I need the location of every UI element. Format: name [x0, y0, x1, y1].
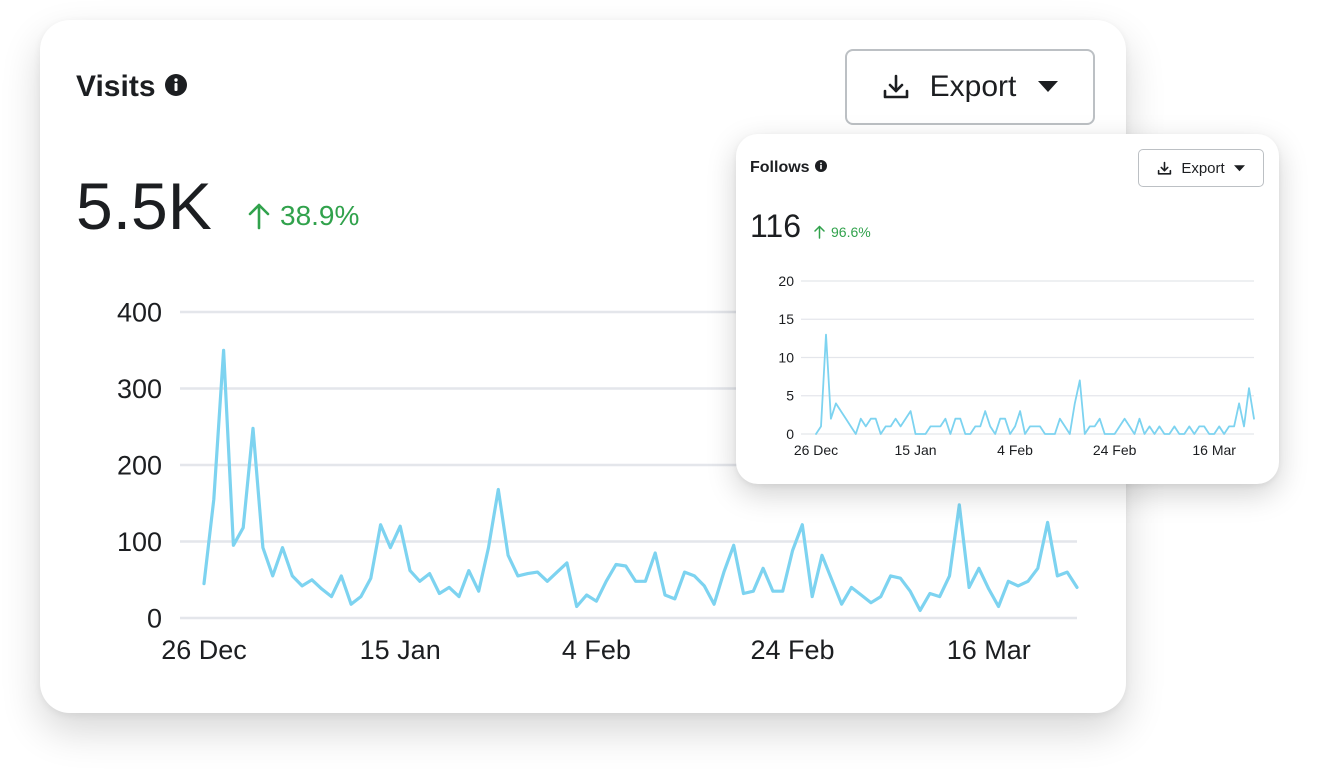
y-tick-label: 0 [786, 426, 794, 442]
x-tick-label: 26 Dec [161, 635, 247, 665]
x-tick-label: 4 Feb [997, 442, 1033, 458]
x-tick-label: 26 Dec [794, 442, 838, 458]
x-tick-label: 15 Jan [360, 635, 441, 665]
x-tick-label: 15 Jan [895, 442, 937, 458]
x-tick-label: 16 Mar [1192, 442, 1236, 458]
series-line [815, 333, 1255, 435]
follows-chart: 0 5 10 15 20 26 Dec 15 Jan 4 Feb 24 Feb 16 Mar [778, 273, 1255, 458]
y-tick-label: 200 [117, 450, 162, 480]
y-tick-label: 20 [778, 273, 794, 289]
y-tick-label: 10 [778, 349, 794, 365]
y-tick-label: 0 [147, 603, 162, 633]
follows-card: Follows Export 116 96.6% 0510152026 [736, 134, 1279, 484]
x-tick-label: 24 Feb [1093, 442, 1137, 458]
y-tick-label: 5 [786, 388, 794, 404]
x-tick-label: 16 Mar [947, 635, 1031, 665]
y-tick-label: 400 [117, 297, 162, 327]
y-tick-label: 100 [117, 527, 162, 557]
y-tick-label: 300 [117, 374, 162, 404]
y-tick-label: 15 [778, 311, 794, 327]
x-tick-label: 4 Feb [562, 635, 631, 665]
x-tick-label: 24 Feb [751, 635, 835, 665]
